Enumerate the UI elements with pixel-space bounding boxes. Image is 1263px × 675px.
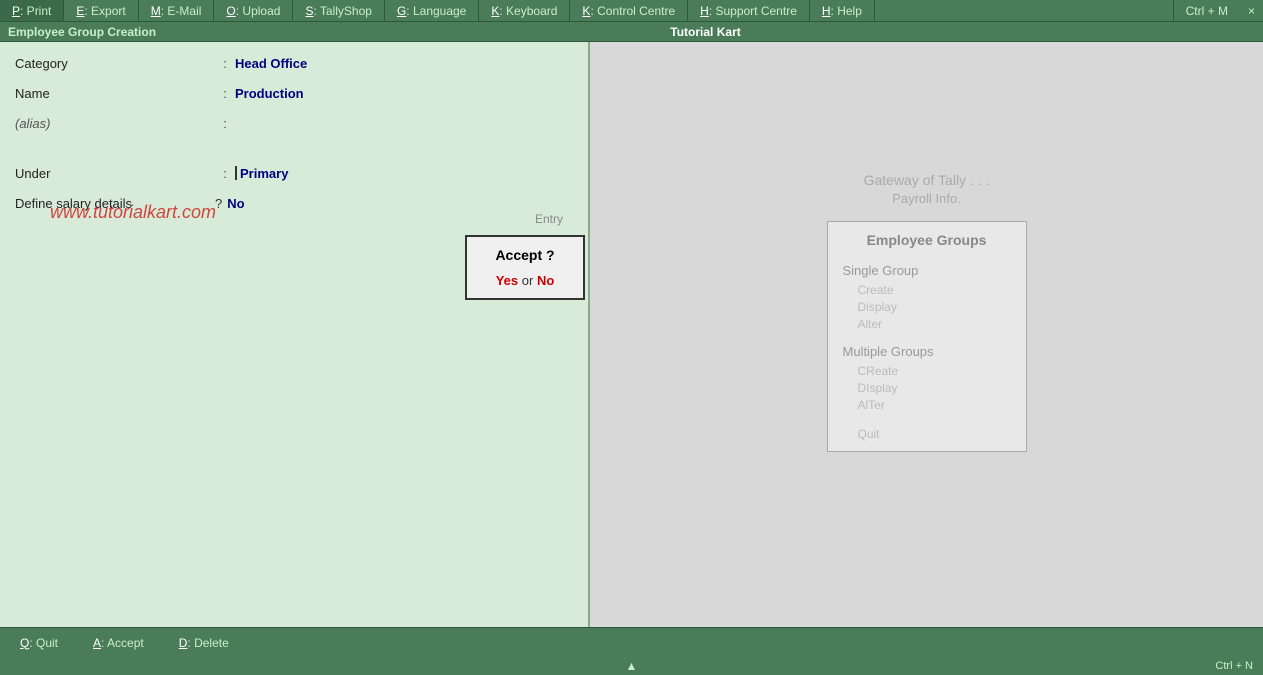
menu-control-centre[interactable]: K : Control Centre	[570, 0, 688, 21]
single-group-title: Single Group	[843, 263, 1011, 278]
quit-button[interactable]: Q : Quit	[5, 631, 73, 655]
alias-row: (alias) :	[15, 112, 573, 134]
top-menu-bar: P : Print E : Export M : E-Mail O : Uplo…	[0, 0, 1263, 22]
menu-support-centre[interactable]: H : Support Centre	[688, 0, 810, 21]
name-value: Production	[235, 86, 304, 101]
menu-help[interactable]: H : Help	[810, 0, 875, 21]
close-button[interactable]: ×	[1240, 0, 1263, 21]
define-salary-row: Define salary details ? No	[15, 192, 573, 214]
cursor	[235, 166, 237, 180]
yes-button[interactable]: Yes	[496, 273, 518, 288]
no-button[interactable]: No	[537, 273, 554, 288]
accept-dialog: Accept ? Yes or No	[465, 235, 585, 300]
dialog-options: Yes or No	[467, 268, 583, 298]
single-alter[interactable]: Alter	[843, 317, 1011, 331]
dialog-title: Accept ?	[467, 237, 583, 268]
gateway-text: Gateway of Tally . . .	[864, 172, 990, 188]
title-bar: Employee Group Creation Tutorial Kart	[0, 22, 1263, 42]
or-text: or	[522, 273, 537, 288]
single-create[interactable]: Create	[843, 283, 1011, 297]
category-row: Category : Head Office	[15, 52, 573, 74]
define-salary-value: No	[227, 196, 244, 211]
bottom-bar: Q : Quit A : Accept D : Delete	[0, 627, 1263, 657]
form-panel: Category : Head Office Name : Production…	[0, 42, 590, 627]
alias-label: (alias)	[15, 116, 215, 131]
delete-button[interactable]: D : Delete	[164, 631, 244, 655]
payroll-text: Payroll Info.	[892, 191, 961, 206]
define-salary-label: Define salary details	[15, 196, 215, 211]
up-arrow-icon: ▲	[626, 659, 638, 673]
right-panel: Gateway of Tally . . . Payroll Info. Emp…	[590, 42, 1263, 627]
multiple-alter[interactable]: AlTer	[843, 398, 1011, 412]
category-value: Head Office	[235, 56, 307, 71]
main-content: Category : Head Office Name : Production…	[0, 42, 1263, 627]
under-row: Under : Primary	[15, 162, 573, 184]
app-title: Tutorial Kart	[156, 25, 1255, 39]
menu-export[interactable]: E : Export	[64, 0, 138, 21]
form-title: Employee Group Creation	[8, 25, 156, 39]
accept-button[interactable]: A : Accept	[78, 631, 159, 655]
ctrl-m-hint: Ctrl + M	[1173, 0, 1240, 21]
menu-language[interactable]: G : Language	[385, 0, 479, 21]
under-value: Primary	[240, 166, 288, 181]
multiple-create[interactable]: CReate	[843, 364, 1011, 378]
scroll-arrow[interactable]: ▲ Ctrl + N	[0, 657, 1263, 675]
multiple-group-title: Multiple Groups	[843, 344, 1011, 359]
entry-hint: Entry	[535, 212, 563, 226]
name-row: Name : Production	[15, 82, 573, 104]
employee-groups-box: Employee Groups Single Group Create Disp…	[827, 221, 1027, 452]
ctrl-n-hint: Ctrl + N	[1215, 660, 1253, 672]
menu-print[interactable]: P : Print	[0, 0, 64, 21]
name-label: Name	[15, 86, 215, 101]
multiple-display[interactable]: DIsplay	[843, 381, 1011, 395]
employee-groups-title: Employee Groups	[843, 232, 1011, 248]
category-label: Category	[15, 56, 215, 71]
menu-tallyshop[interactable]: S : TallyShop	[293, 0, 385, 21]
single-display[interactable]: Display	[843, 300, 1011, 314]
quit-item[interactable]: Quit	[843, 427, 1011, 441]
menu-email[interactable]: M : E-Mail	[139, 0, 215, 21]
under-label: Under	[15, 166, 215, 181]
menu-keyboard[interactable]: K : Keyboard	[479, 0, 570, 21]
menu-upload[interactable]: O : Upload	[214, 0, 293, 21]
